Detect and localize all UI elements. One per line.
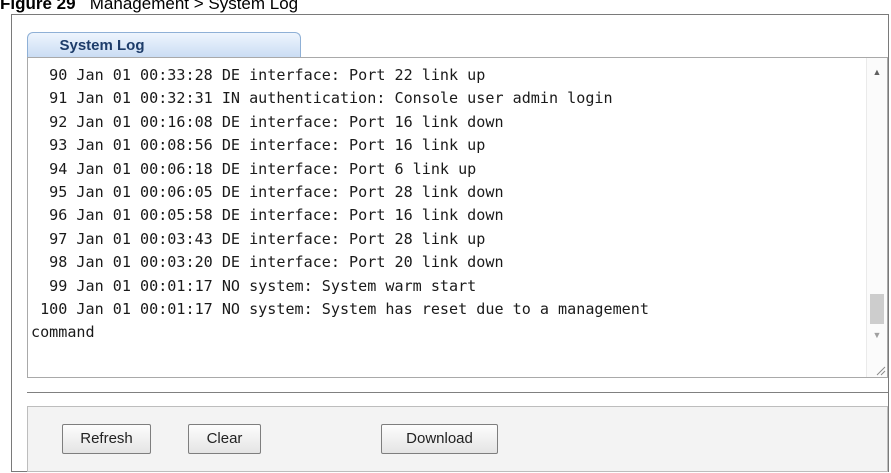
clear-button[interactable]: Clear bbox=[188, 424, 261, 454]
divider bbox=[27, 392, 888, 393]
figure-title: Management > System Log bbox=[89, 0, 299, 13]
log-line: 93 Jan 01 00:08:56 DE interface: Port 16… bbox=[31, 136, 486, 155]
scroll-up-icon[interactable]: ▲ bbox=[867, 63, 887, 81]
vertical-scrollbar[interactable]: ▲ ▼ bbox=[866, 58, 887, 377]
scrollbar-thumb[interactable] bbox=[870, 294, 884, 324]
log-line: 95 Jan 01 00:06:05 DE interface: Port 28… bbox=[31, 183, 504, 202]
log-line: 96 Jan 01 00:05:58 DE interface: Port 16… bbox=[31, 206, 504, 225]
download-button[interactable]: Download bbox=[381, 424, 498, 454]
log-line: 99 Jan 01 00:01:17 NO system: System war… bbox=[31, 276, 477, 295]
tab-label: System Log bbox=[59, 37, 145, 54]
figure-number: Figure 29 bbox=[0, 0, 76, 13]
log-line: 100 Jan 01 00:01:17 NO system: System ha… bbox=[31, 300, 649, 319]
log-content: 90 Jan 01 00:33:28 DE interface: Port 22… bbox=[31, 64, 865, 345]
log-line: 90 Jan 01 00:33:28 DE interface: Port 22… bbox=[31, 66, 486, 84]
system-log-textarea[interactable]: 90 Jan 01 00:33:28 DE interface: Port 22… bbox=[27, 57, 888, 378]
log-line: 98 Jan 01 00:03:20 DE interface: Port 20… bbox=[31, 253, 504, 272]
resize-grip-icon[interactable] bbox=[874, 364, 886, 376]
scroll-down-icon[interactable]: ▼ bbox=[867, 326, 887, 344]
log-line: 92 Jan 01 00:16:08 DE interface: Port 16… bbox=[31, 112, 504, 131]
tab-system-log[interactable]: System Log bbox=[27, 32, 301, 58]
log-line: 94 Jan 01 00:06:18 DE interface: Port 6 … bbox=[31, 159, 477, 178]
log-line: 97 Jan 01 00:03:43 DE interface: Port 28… bbox=[31, 229, 486, 248]
log-line: 91 Jan 01 00:32:31 IN authentication: Co… bbox=[31, 89, 613, 108]
log-line: command bbox=[31, 323, 95, 342]
refresh-button[interactable]: Refresh bbox=[62, 424, 151, 454]
button-bar: Refresh Clear Download bbox=[27, 406, 888, 472]
